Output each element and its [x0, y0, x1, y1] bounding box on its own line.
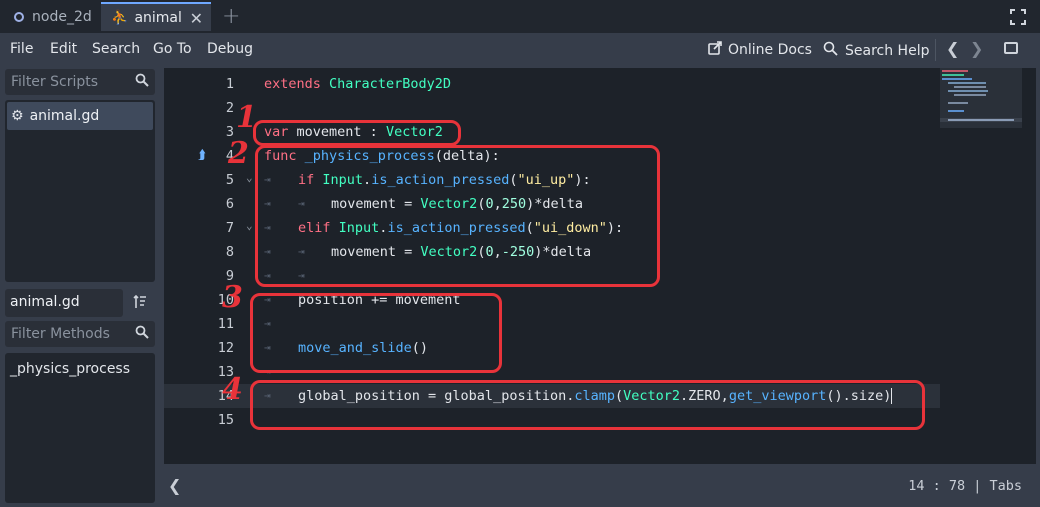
current-script-name: animal.gd	[5, 289, 123, 317]
cursor-position-status[interactable]: 14 : 78 | Tabs	[908, 478, 1022, 494]
annotation-number-4: 4	[222, 372, 243, 407]
script-item-label: animal.gd	[29, 108, 100, 124]
annotation-box-1	[253, 120, 461, 146]
filter-methods-placeholder: Filter Methods	[11, 326, 110, 342]
search-icon	[135, 73, 149, 91]
script-menu-bar: File Edit Search Go To Debug Online Docs…	[0, 33, 1040, 65]
tab-label: node_2d	[32, 8, 92, 25]
gear-icon: ⚙	[11, 108, 24, 124]
script-item-animal[interactable]: ⚙ animal.gd	[7, 102, 153, 130]
annotation-number-1: 1	[236, 100, 257, 135]
line-number: 8	[225, 244, 234, 260]
method-list: _physics_process	[5, 353, 155, 503]
close-icon[interactable]: ✕	[190, 9, 203, 28]
tab-node-2d[interactable]: node_2d	[6, 2, 98, 31]
node2d-icon	[14, 11, 24, 22]
editor-status-bar: ❮ 14 : 78 | Tabs	[164, 468, 1036, 504]
script-list-panel: Filter Scripts ⚙ animal.gd animal.gd Fil…	[0, 65, 160, 507]
menu-goto[interactable]: Go To	[153, 41, 192, 57]
sort-icon[interactable]	[133, 294, 147, 314]
fold-arrow-icon[interactable]: ⌄	[246, 219, 253, 232]
character-body-icon: ⛹	[111, 9, 129, 26]
menu-file[interactable]: File	[10, 41, 33, 57]
annotation-number-2: 2	[228, 136, 249, 171]
line-number: 11	[217, 316, 234, 332]
annotation-box-2	[255, 145, 660, 287]
tab-animal[interactable]: ⛹ animal ✕	[101, 2, 211, 31]
line-number: 12	[217, 340, 234, 356]
line-number: 1	[225, 76, 234, 92]
annotation-box-3	[250, 293, 502, 373]
menu-debug[interactable]: Debug	[207, 41, 253, 57]
fold-arrow-icon[interactable]: ⌄	[246, 171, 253, 184]
line-number: 2	[225, 100, 234, 116]
search-help-button[interactable]: Search Help	[823, 41, 929, 61]
filter-scripts-placeholder: Filter Scripts	[11, 74, 99, 90]
toggle-dock-icon[interactable]	[1004, 42, 1018, 54]
search-help-icon	[823, 41, 839, 61]
menu-edit[interactable]: Edit	[50, 41, 77, 57]
annotation-number-3: 3	[222, 280, 243, 315]
menu-separator	[935, 39, 936, 61]
filter-methods-input[interactable]: Filter Methods	[5, 321, 155, 347]
distraction-free-icon[interactable]	[1010, 9, 1026, 25]
line-number: 5	[225, 172, 234, 188]
annotation-box-4	[250, 380, 925, 430]
line-number: 15	[217, 412, 234, 428]
search-icon	[135, 325, 149, 343]
history-back-icon[interactable]: ❮	[946, 39, 959, 58]
code-line: 2	[164, 96, 940, 120]
add-tab-icon[interactable]: +	[222, 4, 240, 29]
online-docs-label: Online Docs	[728, 42, 812, 58]
external-link-icon	[708, 41, 722, 59]
filter-scripts-input[interactable]: Filter Scripts	[5, 69, 155, 95]
line-number: 6	[225, 196, 234, 212]
code-minimap[interactable]	[940, 68, 1022, 128]
search-help-label: Search Help	[845, 43, 930, 59]
toggle-scripts-panel-icon[interactable]: ❮	[168, 476, 181, 495]
line-code: extends CharacterBody2D	[264, 76, 451, 92]
history-forward-icon[interactable]: ❯	[970, 39, 983, 58]
tab-label: animal	[134, 9, 182, 26]
script-list: ⚙ animal.gd	[5, 100, 155, 282]
menu-search[interactable]: Search	[92, 41, 140, 57]
code-line: 1 extends CharacterBody2D	[164, 72, 940, 96]
method-item-physics-process[interactable]: _physics_process	[10, 361, 130, 377]
online-docs-button[interactable]: Online Docs	[708, 41, 812, 59]
scene-tab-bar: node_2d ⛹ animal ✕ +	[0, 0, 1040, 33]
line-number: 7	[225, 220, 234, 236]
